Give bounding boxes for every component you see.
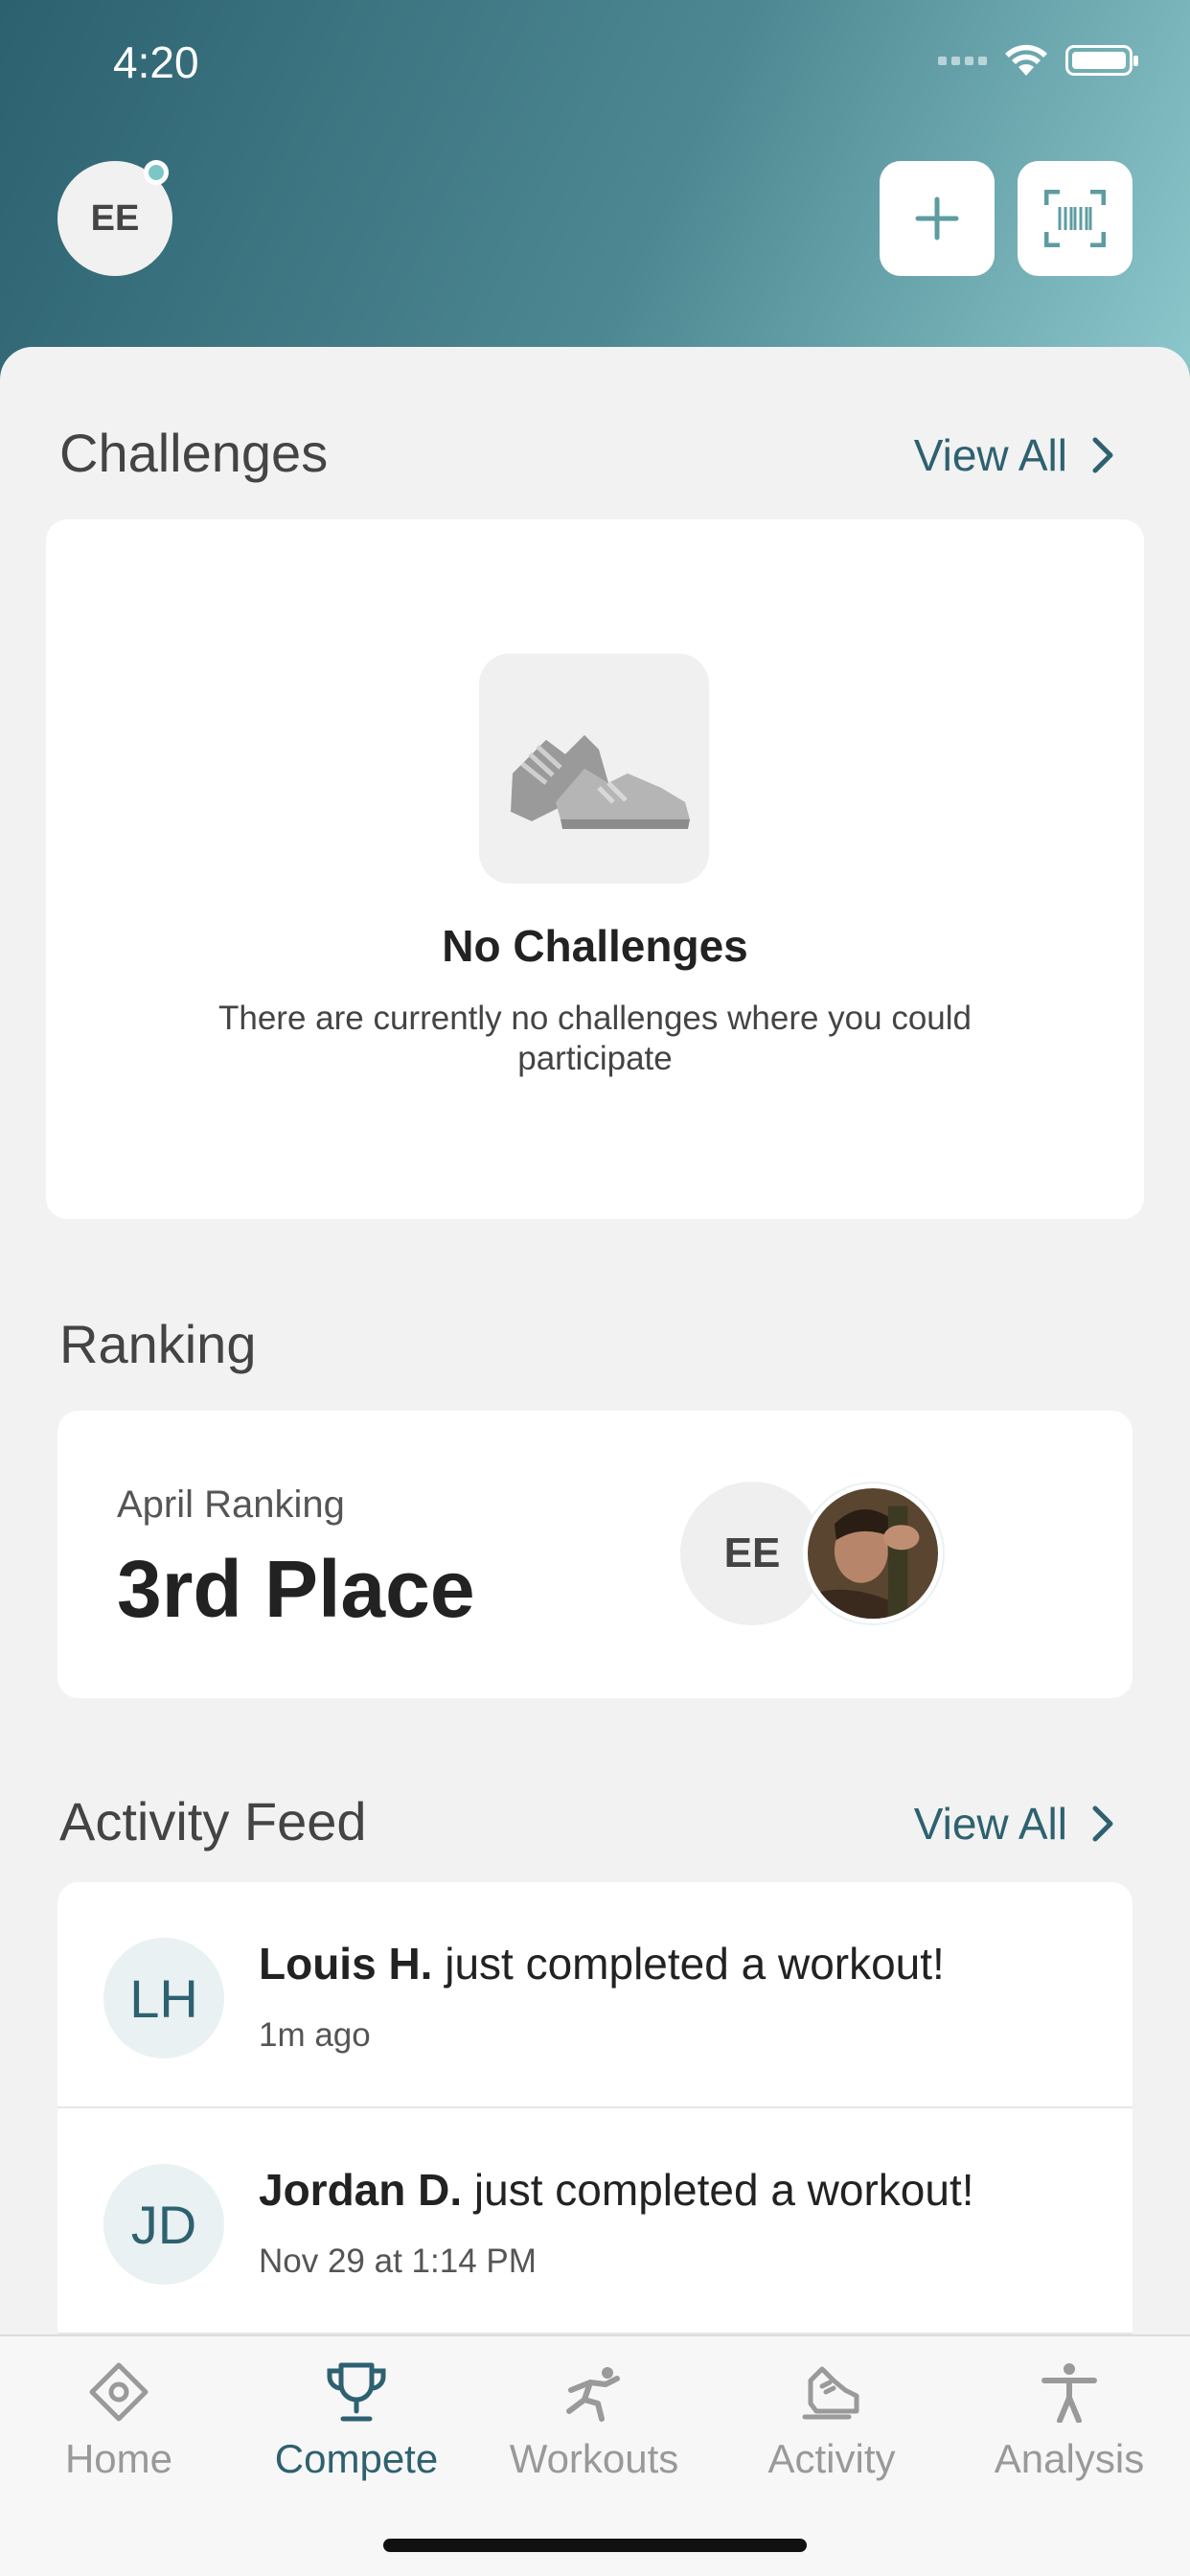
ranking-title: Ranking bbox=[59, 1314, 257, 1374]
tab-analysis[interactable]: Analysis bbox=[950, 2356, 1188, 2482]
empty-state-title: No Challenges bbox=[442, 921, 748, 971]
feed-avatar: JD bbox=[103, 2164, 224, 2285]
tab-workouts[interactable]: Workouts bbox=[475, 2356, 713, 2482]
status-time: 4:20 bbox=[113, 37, 199, 87]
notification-dot bbox=[144, 160, 169, 185]
home-indicator bbox=[383, 2539, 807, 2552]
empty-state-text: There are currently no challenges where … bbox=[218, 1000, 972, 1077]
activity-feed-title: Activity Feed bbox=[59, 1791, 367, 1852]
tab-home[interactable]: Home bbox=[0, 2356, 238, 2482]
tab-activity-label: Activity bbox=[767, 2436, 896, 2481]
barcode-scan-button[interactable] bbox=[1018, 161, 1133, 276]
challenges-view-all-label: View All bbox=[913, 430, 1067, 480]
content-sheet: Challenges View All No Challenges There … bbox=[0, 347, 1190, 2576]
ranking-avatar-initials: EE bbox=[723, 1530, 781, 1576]
feed-message: Jordan D. just completed a workout! bbox=[259, 2164, 974, 2216]
home-icon bbox=[89, 2362, 149, 2422]
header-background: 4:20 EE bbox=[0, 0, 1190, 402]
tab-activity[interactable]: Activity bbox=[713, 2356, 950, 2482]
activity-feed-view-all-link[interactable]: View All bbox=[914, 1798, 1113, 1850]
sneakers-icon bbox=[479, 654, 709, 884]
barcode-scan-icon bbox=[1044, 190, 1106, 247]
wifi-icon bbox=[1005, 44, 1047, 76]
feed-avatar: LH bbox=[103, 1938, 224, 2058]
tab-compete-label: Compete bbox=[274, 2436, 439, 2481]
plus-icon bbox=[915, 196, 959, 241]
feed-item[interactable]: JD Jordan D. just completed a workout! N… bbox=[57, 2108, 1133, 2333]
status-icons bbox=[938, 44, 1138, 77]
workout-runner-icon bbox=[566, 2367, 620, 2422]
tab-compete[interactable]: Compete bbox=[238, 2356, 475, 2482]
feed-time: 1m ago bbox=[259, 2016, 371, 2054]
ranking-place: 3rd Place bbox=[117, 1544, 475, 1634]
tab-home-label: Home bbox=[64, 2436, 173, 2481]
feed-message: Louis H. just completed a workout! bbox=[259, 1938, 945, 1990]
cellular-signal-icon bbox=[938, 56, 987, 65]
add-button[interactable] bbox=[880, 161, 995, 276]
feed-user-name: Jordan D. bbox=[259, 2165, 463, 2215]
feed-avatar-initials: LH bbox=[129, 1967, 198, 2029]
activity-feed-view-all-label: View All bbox=[913, 1799, 1067, 1849]
person-icon bbox=[1041, 2363, 1097, 2423]
ranking-label: April Ranking bbox=[117, 1484, 345, 1526]
challenges-empty-card: No Challenges There are currently no cha… bbox=[46, 519, 1144, 1219]
ranking-avatar-photo bbox=[803, 1484, 943, 1623]
activity-feed-card: LH Louis H. just completed a workout! 1m… bbox=[57, 1882, 1133, 2380]
tab-analysis-label: Analysis bbox=[994, 2436, 1145, 2481]
ranking-card[interactable]: April Ranking 3rd Place EE +8 bbox=[57, 1411, 1133, 1698]
feed-action-text: just completed a workout! bbox=[432, 1939, 945, 1989]
chevron-right-icon bbox=[1092, 1806, 1113, 1842]
activity-shoe-icon bbox=[802, 2366, 859, 2420]
feed-action-text: just completed a workout! bbox=[462, 2165, 974, 2215]
feed-avatar-initials: JD bbox=[130, 2194, 197, 2255]
feed-item[interactable]: LH Louis H. just completed a workout! 1m… bbox=[57, 1882, 1133, 2106]
challenges-title: Challenges bbox=[59, 423, 329, 483]
profile-avatar-initials: EE bbox=[90, 197, 140, 239]
trophy-icon bbox=[327, 2362, 386, 2422]
feed-time: Nov 29 at 1:14 PM bbox=[259, 2242, 537, 2280]
feed-user-name: Louis H. bbox=[259, 1939, 433, 1989]
chevron-right-icon bbox=[1092, 437, 1113, 473]
tab-workouts-label: Workouts bbox=[509, 2436, 679, 2481]
challenges-view-all-link[interactable]: View All bbox=[914, 429, 1113, 481]
battery-icon bbox=[1065, 45, 1138, 76]
